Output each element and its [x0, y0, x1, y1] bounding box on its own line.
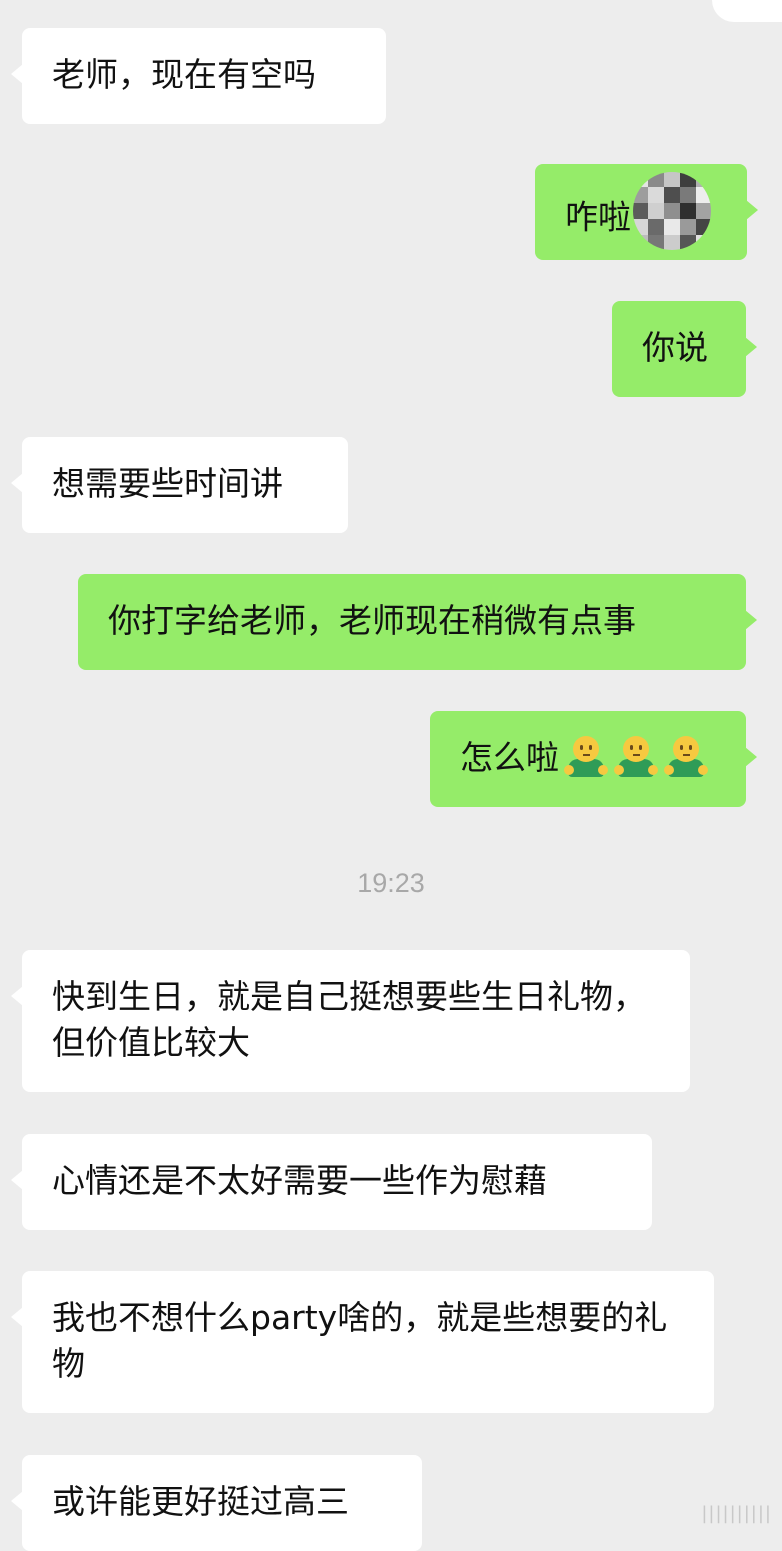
- shrug-emoji-icon: [563, 735, 609, 779]
- shrug-emoji-icon: [613, 735, 659, 779]
- message-text: 我也不想什么party啥的，就是些想要的礼物: [52, 1298, 668, 1383]
- message-text: 想需要些时间讲: [52, 464, 283, 503]
- bubble-tail: [11, 1491, 23, 1511]
- message-text: 你说: [642, 328, 708, 367]
- message-text: 咋啦: [565, 197, 631, 237]
- bubble-tail: [11, 64, 23, 84]
- message-text: 你打字给老师，老师现在稍微有点事: [108, 601, 636, 640]
- bubble-tail: [745, 337, 757, 357]
- top-corner-shape: [712, 0, 782, 22]
- message-text: 快到生日，就是自己挺想要些生日礼物，但价值比较大: [52, 977, 646, 1062]
- message-text: 心情还是不太好需要一些作为慰藉: [52, 1161, 547, 1200]
- bubble-tail: [746, 200, 758, 220]
- watermark: ||||||||||: [701, 1503, 772, 1524]
- chat-message-list: 老师，现在有空吗咋啦你说想需要些时间讲你打字给老师，老师现在稍微有点事怎么啦 19…: [0, 0, 782, 1551]
- bubble-tail: [11, 1307, 23, 1327]
- bubble-tail: [11, 986, 23, 1006]
- incoming-message-bubble[interactable]: 想需要些时间讲: [11, 437, 348, 533]
- incoming-message-bubble[interactable]: 快到生日，就是自己挺想要些生日礼物，但价值比较大: [11, 950, 690, 1092]
- incoming-message-bubble[interactable]: 心情还是不太好需要一些作为慰藉: [11, 1134, 652, 1230]
- bubble-tail: [745, 610, 757, 630]
- incoming-message-bubble[interactable]: 老师，现在有空吗: [11, 28, 386, 124]
- outgoing-message-bubble[interactable]: 你说: [612, 301, 757, 397]
- outgoing-message-bubble[interactable]: 怎么啦: [430, 711, 757, 807]
- shrug-emoji-icon: [663, 735, 709, 779]
- message-text: 老师，现在有空吗: [52, 55, 316, 94]
- chat-timestamp: 19:23: [357, 868, 425, 898]
- outgoing-message-bubble[interactable]: 你打字给老师，老师现在稍微有点事: [78, 574, 757, 670]
- message-text: 或许能更好挺过高三: [52, 1482, 349, 1521]
- bubble-tail: [11, 1170, 23, 1190]
- outgoing-message-bubble[interactable]: 咋啦: [535, 164, 758, 260]
- message-text: 怎么啦: [460, 738, 559, 777]
- incoming-message-bubble[interactable]: 或许能更好挺过高三: [11, 1455, 422, 1551]
- bubble-tail: [11, 473, 23, 493]
- pixelated-emoji-icon: [633, 172, 711, 250]
- bubble-tail: [745, 747, 757, 767]
- incoming-message-bubble[interactable]: 我也不想什么party啥的，就是些想要的礼物: [11, 1271, 714, 1413]
